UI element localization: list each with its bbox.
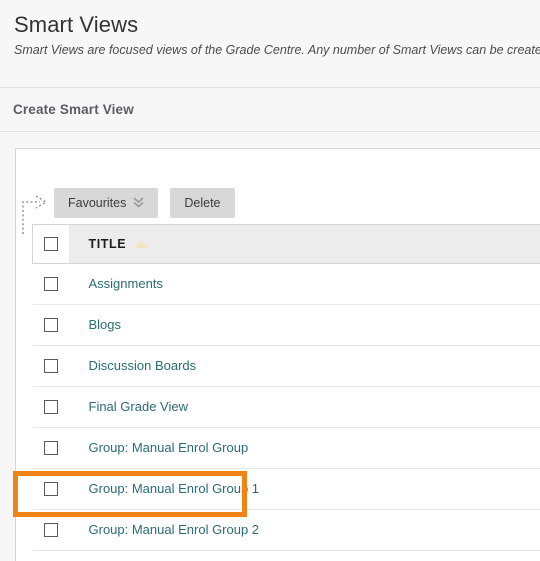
- row-title-cell: Final Grade View: [68, 386, 540, 428]
- create-smart-view-button[interactable]: Create Smart View: [13, 102, 134, 117]
- chevron-double-down-icon: [133, 196, 144, 211]
- table-header-row: TITLE: [32, 224, 540, 264]
- page-header: Smart Views Smart Views are focused view…: [0, 0, 540, 58]
- row-checkbox-blogs[interactable]: [43, 317, 58, 332]
- row-title-cell: Blogs: [68, 304, 540, 346]
- smart-view-link-discussion-boards[interactable]: Discussion Boards: [69, 358, 197, 373]
- row-title-cell: Group: Manual Enrol Group: [68, 427, 540, 469]
- action-bar: Create Smart View: [0, 88, 540, 132]
- table-row: Blogs: [32, 304, 540, 346]
- smart-views-page: Smart Views Smart Views are focused view…: [0, 0, 540, 561]
- row-checkbox-manual-enrol-group[interactable]: [43, 440, 58, 455]
- smart-view-link-manual-enrol-group-2[interactable]: Group: Manual Enrol Group 2: [69, 522, 260, 537]
- favourites-button-label: Favourites: [68, 195, 127, 210]
- smart-view-link-manual-enrol-group-1[interactable]: Group: Manual Enrol Group 1: [69, 481, 260, 496]
- row-title-cell: Discussion Boards: [68, 345, 540, 387]
- smart-view-link-assignments[interactable]: Assignments: [69, 276, 163, 291]
- table-row: Discussion Boards: [32, 345, 540, 387]
- smart-view-link-blogs[interactable]: Blogs: [69, 317, 122, 332]
- title-column-header[interactable]: TITLE: [68, 224, 540, 264]
- smart-view-link-manual-enrol-group[interactable]: Group: Manual Enrol Group: [69, 440, 249, 455]
- table-row: Assignments: [32, 263, 540, 305]
- row-checkbox-cell: [32, 345, 69, 387]
- delete-button-label: Delete: [184, 195, 221, 210]
- row-checkbox-cell: [32, 304, 69, 346]
- smart-view-link-final-grade-view[interactable]: Final Grade View: [69, 399, 188, 414]
- row-checkbox-manual-enrol-group-1[interactable]: [43, 481, 58, 496]
- select-all-checkbox[interactable]: [43, 236, 58, 251]
- row-title-cell: Group: Manual Enrol Group 2: [68, 509, 540, 551]
- row-checkbox-cell: [32, 468, 69, 510]
- delete-button[interactable]: Delete: [170, 188, 235, 218]
- row-checkbox-manual-enrol-group-2[interactable]: [43, 522, 58, 537]
- row-title-cell: Assignments: [68, 263, 540, 305]
- title-column-label: TITLE: [88, 237, 127, 251]
- row-checkbox-cell: [32, 509, 69, 551]
- row-checkbox-cell: [32, 386, 69, 428]
- table-row-highlighted: Group: Manual Enrol Group 1: [32, 468, 540, 510]
- table-body: Assignments Blogs Discussion Boards Fina…: [32, 263, 540, 551]
- page-title: Smart Views: [14, 12, 139, 37]
- select-all-header-cell: [32, 224, 69, 264]
- table-row: Group: Manual Enrol Group: [32, 427, 540, 469]
- table-row: Final Grade View: [32, 386, 540, 428]
- smart-views-table: TITLE Assignments Blogs Discussion Board…: [32, 224, 540, 551]
- table-row: Group: Manual Enrol Group 2: [32, 509, 540, 551]
- row-checkbox-final-grade-view[interactable]: [43, 399, 58, 414]
- table-header: TITLE: [32, 224, 540, 264]
- sort-ascending-triangle-icon[interactable]: [134, 240, 149, 248]
- page-subtitle: Smart Views are focused views of the Gra…: [14, 43, 540, 57]
- row-checkbox-cell: [32, 263, 69, 305]
- table-action-toolbar: Favourites Delete: [54, 188, 235, 218]
- row-checkbox-cell: [32, 427, 69, 469]
- row-checkbox-discussion-boards[interactable]: [43, 358, 58, 373]
- row-checkbox-assignments[interactable]: [43, 276, 58, 291]
- favourites-button[interactable]: Favourites: [54, 188, 159, 218]
- row-title-cell: Group: Manual Enrol Group 1: [68, 468, 540, 510]
